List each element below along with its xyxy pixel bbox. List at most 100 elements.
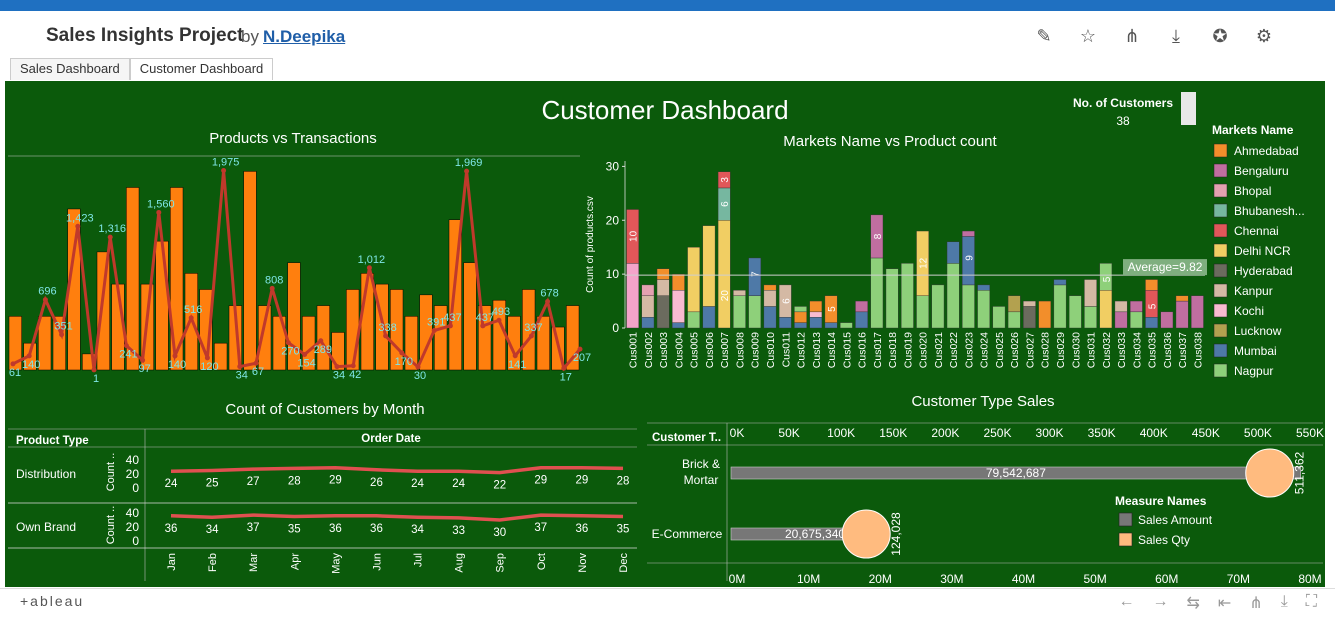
markets-legend-item: Mumbai — [1234, 344, 1277, 358]
footer-download-icon[interactable]: ⤓ — [1281, 593, 1288, 613]
chart3-month-label: Apr — [289, 553, 301, 570]
chart3-data-label: 24 — [452, 478, 465, 490]
markets-legend-swatch — [1213, 183, 1228, 198]
chart2-bar-segment — [1129, 300, 1143, 313]
chart2-x-tick-label: Cus025 — [994, 332, 1006, 368]
chart2-bar-segment — [1145, 317, 1158, 329]
chart2-y-tick-label: 0 — [612, 321, 619, 335]
chart1-point — [204, 355, 210, 361]
chart4-top-tick: 450K — [1192, 426, 1220, 440]
chart1-point — [42, 297, 48, 303]
chart3-month-label: Mar — [248, 553, 260, 572]
chart2-bar-segment — [672, 290, 685, 323]
chart3-data-label: 24 — [165, 478, 178, 490]
chart1-bar — [463, 262, 477, 371]
chart2-x-tick-label: Cus032 — [1101, 332, 1113, 368]
chart4-qty-bubble — [1245, 448, 1295, 498]
gear-icon[interactable]: ⚙ — [1253, 25, 1275, 47]
chart2-bar-segment — [916, 295, 929, 329]
chart2-x-tick-label: Cus004 — [673, 332, 685, 368]
redo-icon[interactable]: → — [1153, 593, 1169, 613]
markets-legend-swatch — [1213, 303, 1228, 318]
fullscreen-icon[interactable]: ⛶ — [1306, 593, 1317, 613]
chart4-top-tick: 200K — [931, 426, 959, 440]
chart3-data-label: 36 — [329, 523, 342, 535]
download-icon[interactable]: ⤓ — [1165, 25, 1187, 47]
chart1-bar — [155, 240, 169, 371]
markets-legend-swatch — [1213, 283, 1228, 298]
chart3-month-label: Sep — [495, 553, 507, 573]
chart1-point — [447, 323, 453, 329]
footer-share-icon[interactable]: ⋔ — [1249, 593, 1262, 613]
chart2-bar-segment — [870, 257, 884, 329]
chart2-average-label: Average=9.82 — [1128, 260, 1203, 274]
tab-sales-dashboard[interactable]: Sales Dashboard — [10, 58, 130, 80]
chart1-data-label: 808 — [265, 274, 283, 286]
chart4-top-tick: 500K — [1244, 426, 1272, 440]
chart2-bar-segment — [1129, 311, 1143, 329]
chart1-point — [156, 209, 162, 215]
chart2-bar-segment — [672, 273, 685, 291]
chart2-x-tick-label: Cus011 — [780, 332, 792, 368]
undo-icon[interactable]: ← — [1119, 593, 1135, 613]
chart2-bar-segment — [962, 230, 975, 237]
chart2-bar-segment — [702, 225, 716, 307]
chart2-bar-segment — [1191, 295, 1204, 329]
chart1-data-label: 351 — [54, 321, 72, 333]
chart4-row-header: Customer T.. — [652, 432, 721, 444]
chart3-data-label: 29 — [534, 475, 547, 487]
markets-legend-item: Chennai — [1234, 224, 1279, 238]
chart1-point — [431, 328, 437, 334]
chart4-top-tick: 250K — [983, 426, 1011, 440]
chart1-point — [140, 357, 146, 363]
chart3-y-tick: 0 — [132, 481, 139, 495]
chart4-bottom-tick: 80M — [1298, 572, 1321, 586]
chart2-bar-segment — [992, 306, 1006, 329]
chart1-point — [285, 340, 291, 346]
chart3-month-label: Aug — [454, 553, 466, 573]
chart1-data-label: 1,423 — [66, 212, 94, 224]
by-label: by — [241, 27, 259, 46]
chart2-segment-label: 5 — [827, 306, 838, 312]
edit-icon[interactable]: ✎ — [1033, 25, 1055, 47]
chart2-bar-segment — [1175, 295, 1189, 302]
chart1-title: Products vs Transactions — [209, 130, 377, 147]
chart1-bar — [96, 251, 110, 371]
tab-customer-dashboard[interactable]: Customer Dashboard — [129, 58, 274, 80]
chart4-top-tick: 550K — [1296, 426, 1324, 440]
chart4-bottom-tick: 0M — [729, 572, 746, 586]
revert-start-icon[interactable]: ⇤ — [1218, 593, 1231, 613]
chart4-top-tick: 350K — [1088, 426, 1116, 440]
badge-icon[interactable]: ✪ — [1209, 25, 1231, 47]
chart1-point — [464, 168, 470, 174]
chart2-bar-segment — [656, 279, 670, 296]
chart2-segment-label: 3 — [720, 177, 731, 183]
chart3-data-label: 24 — [411, 478, 424, 490]
chart2-x-tick-label: Cus010 — [765, 332, 777, 368]
author-link[interactable]: N.Deepika — [263, 27, 345, 47]
chart3-month-label: Dec — [618, 553, 630, 573]
chart3-y-tick: 40 — [126, 453, 140, 467]
chart1-data-label: 516 — [184, 304, 202, 316]
chart3-series-line — [170, 465, 624, 475]
markets-legend-item: Ahmedabad — [1234, 144, 1299, 158]
chart4-qty-label: 124,028 — [889, 512, 903, 556]
chart1-point — [237, 364, 243, 370]
chart1-bar — [346, 289, 360, 371]
chart3-col-header: Order Date — [361, 433, 420, 445]
footer-toolbar: +ableau ← → ⇆ ⇤ ⋔ ⤓ ⛶ — [0, 588, 1335, 630]
chart1-point — [512, 353, 518, 359]
chart1-point — [59, 332, 65, 338]
chart1-point — [269, 285, 275, 291]
chart3-y-tick: 20 — [126, 520, 140, 534]
star-icon[interactable]: ☆ — [1077, 25, 1099, 47]
chart4-title: Customer Type Sales — [911, 393, 1054, 410]
markets-legend-swatch — [1213, 203, 1228, 218]
chart4-category-label: E-Commerce — [652, 527, 723, 541]
markets-legend-item: Bengaluru — [1234, 164, 1289, 178]
markets-legend-item: Lucknow — [1234, 324, 1282, 338]
revert-icon[interactable]: ⇆ — [1187, 593, 1200, 613]
chart2-x-tick-label: Cus029 — [1055, 332, 1067, 368]
share-icon[interactable]: ⋔ — [1121, 25, 1143, 47]
chart3-data-label: 26 — [370, 477, 383, 489]
